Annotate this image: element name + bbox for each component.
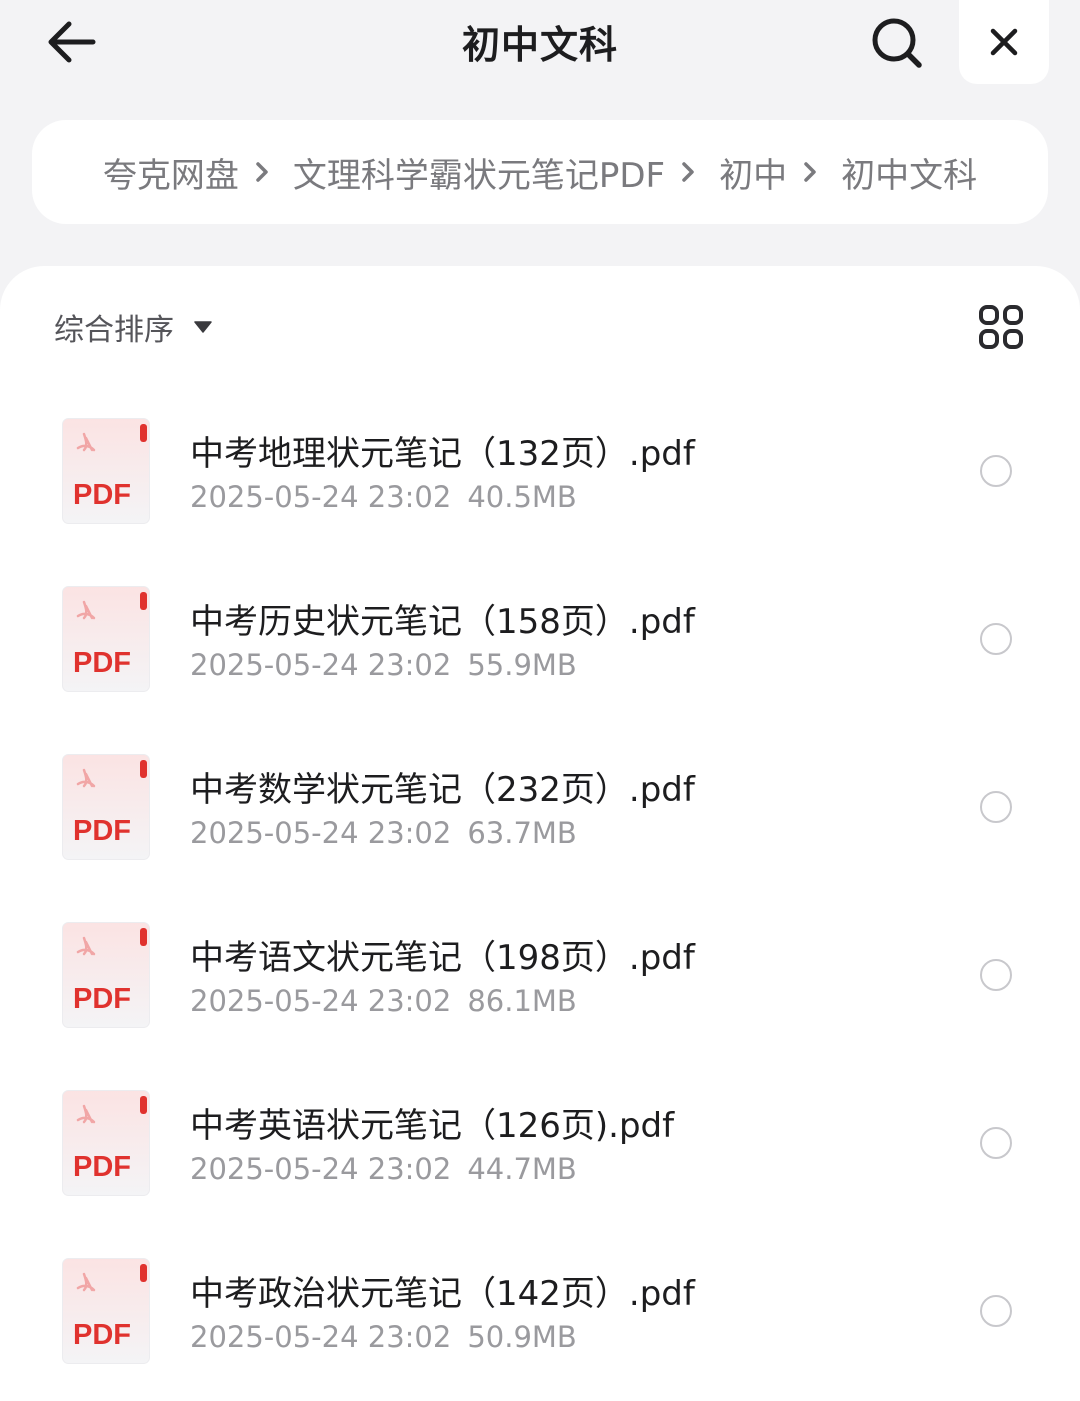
chevron-right-icon: [255, 157, 277, 187]
file-browser-page: 初中文科 夸克网盘 文理科学霸状元笔记PDF 初中 初中文科 综合排序 PDF …: [0, 0, 1080, 1401]
select-radio[interactable]: [980, 455, 1012, 487]
select-radio[interactable]: [980, 623, 1012, 655]
file-name: 中考历史状元笔记（158页）.pdf: [190, 602, 695, 642]
file-size: 63.7MB: [467, 816, 577, 850]
file-date: 2025-05-24 23:02: [190, 480, 452, 514]
svg-text:PDF: PDF: [73, 647, 131, 679]
file-date: 2025-05-24 23:02: [190, 1152, 452, 1186]
file-row[interactable]: PDF 中考历史状元笔记（158页）.pdf 2025-05-24 23:02 5…: [0, 568, 1080, 736]
select-radio[interactable]: [980, 791, 1012, 823]
file-date: 2025-05-24 23:02: [190, 648, 452, 682]
file-name: 中考语文状元笔记（198页）.pdf: [190, 938, 695, 978]
file-size: 55.9MB: [467, 648, 577, 682]
file-date: 2025-05-24 23:02: [190, 816, 452, 850]
search-button[interactable]: [864, 10, 930, 76]
pdf-file-icon: PDF: [62, 754, 150, 860]
top-bar: 初中文科: [0, 0, 1080, 90]
file-name: 中考数学状元笔记（232页）.pdf: [190, 770, 695, 810]
pdf-file-icon: PDF: [62, 922, 150, 1028]
svg-text:PDF: PDF: [73, 479, 131, 511]
chevron-right-icon: [803, 157, 825, 187]
file-name: 中考地理状元笔记（132页）.pdf: [190, 434, 695, 474]
sort-label: 综合排序: [54, 313, 174, 348]
file-size: 44.7MB: [467, 1152, 577, 1186]
file-date: 2025-05-24 23:02: [190, 984, 452, 1018]
file-meta: 2025-05-24 23:02 40.5MB: [190, 480, 577, 514]
file-meta: 2025-05-24 23:02 63.7MB: [190, 816, 577, 850]
pdf-file-icon: PDF: [62, 418, 150, 524]
sort-dropdown[interactable]: 综合排序: [54, 304, 212, 350]
select-radio[interactable]: [980, 1127, 1012, 1159]
file-size: 50.9MB: [467, 1320, 577, 1354]
svg-text:PDF: PDF: [73, 815, 131, 847]
breadcrumb-item-current: 初中文科: [841, 155, 978, 196]
file-list: PDF 中考地理状元笔记（132页）.pdf 2025-05-24 23:02 4…: [0, 400, 1080, 1401]
close-icon: [990, 28, 1018, 56]
file-row[interactable]: PDF 中考数学状元笔记（232页）.pdf 2025-05-24 23:02 6…: [0, 736, 1080, 904]
file-size: 86.1MB: [467, 984, 577, 1018]
pdf-file-icon: PDF: [62, 586, 150, 692]
file-name: 中考政治状元笔记（142页）.pdf: [190, 1274, 695, 1314]
close-button[interactable]: [959, 0, 1049, 84]
breadcrumb-item-root[interactable]: 夸克网盘: [103, 148, 239, 197]
caret-down-icon: [194, 321, 212, 333]
file-meta: 2025-05-24 23:02 50.9MB: [190, 1320, 577, 1354]
svg-text:PDF: PDF: [73, 1319, 131, 1351]
chevron-right-icon: [681, 157, 703, 187]
grid-view-toggle[interactable]: [978, 304, 1024, 350]
file-row[interactable]: PDF 中考英语状元笔记（126页).pdf 2025-05-24 23:02 4…: [0, 1072, 1080, 1240]
file-meta: 2025-05-24 23:02 44.7MB: [190, 1152, 577, 1186]
file-name: 中考英语状元笔记（126页).pdf: [190, 1106, 675, 1146]
search-icon: [872, 18, 922, 68]
file-meta: 2025-05-24 23:02 55.9MB: [190, 648, 577, 682]
breadcrumb-item-subfolder[interactable]: 初中: [719, 148, 787, 197]
pdf-file-icon: PDF: [62, 1090, 150, 1196]
arrow-left-icon: [48, 21, 96, 63]
file-size: 40.5MB: [467, 480, 577, 514]
select-radio[interactable]: [980, 959, 1012, 991]
breadcrumb-item-folder[interactable]: 文理科学霸状元笔记PDF: [293, 148, 665, 197]
file-row[interactable]: PDF 中考语文状元笔记（198页）.pdf 2025-05-24 23:02 8…: [0, 904, 1080, 1072]
file-row[interactable]: PDF 中考地理状元笔记（132页）.pdf 2025-05-24 23:02 4…: [0, 400, 1080, 568]
back-button[interactable]: [38, 12, 104, 72]
grid-view-icon: [979, 305, 1023, 349]
breadcrumb: 夸克网盘 文理科学霸状元笔记PDF 初中 初中文科: [32, 120, 1048, 224]
file-row[interactable]: PDF 中考政治状元笔记（142页）.pdf 2025-05-24 23:02 5…: [0, 1240, 1080, 1401]
svg-text:PDF: PDF: [73, 1151, 131, 1183]
file-list-panel: 综合排序 PDF 中考地理状元笔记（132页）.pdf 2025-05-24 2…: [0, 266, 1080, 1401]
svg-text:PDF: PDF: [73, 983, 131, 1015]
file-meta: 2025-05-24 23:02 86.1MB: [190, 984, 577, 1018]
select-radio[interactable]: [980, 1295, 1012, 1327]
pdf-file-icon: PDF: [62, 1258, 150, 1364]
file-date: 2025-05-24 23:02: [190, 1320, 452, 1354]
